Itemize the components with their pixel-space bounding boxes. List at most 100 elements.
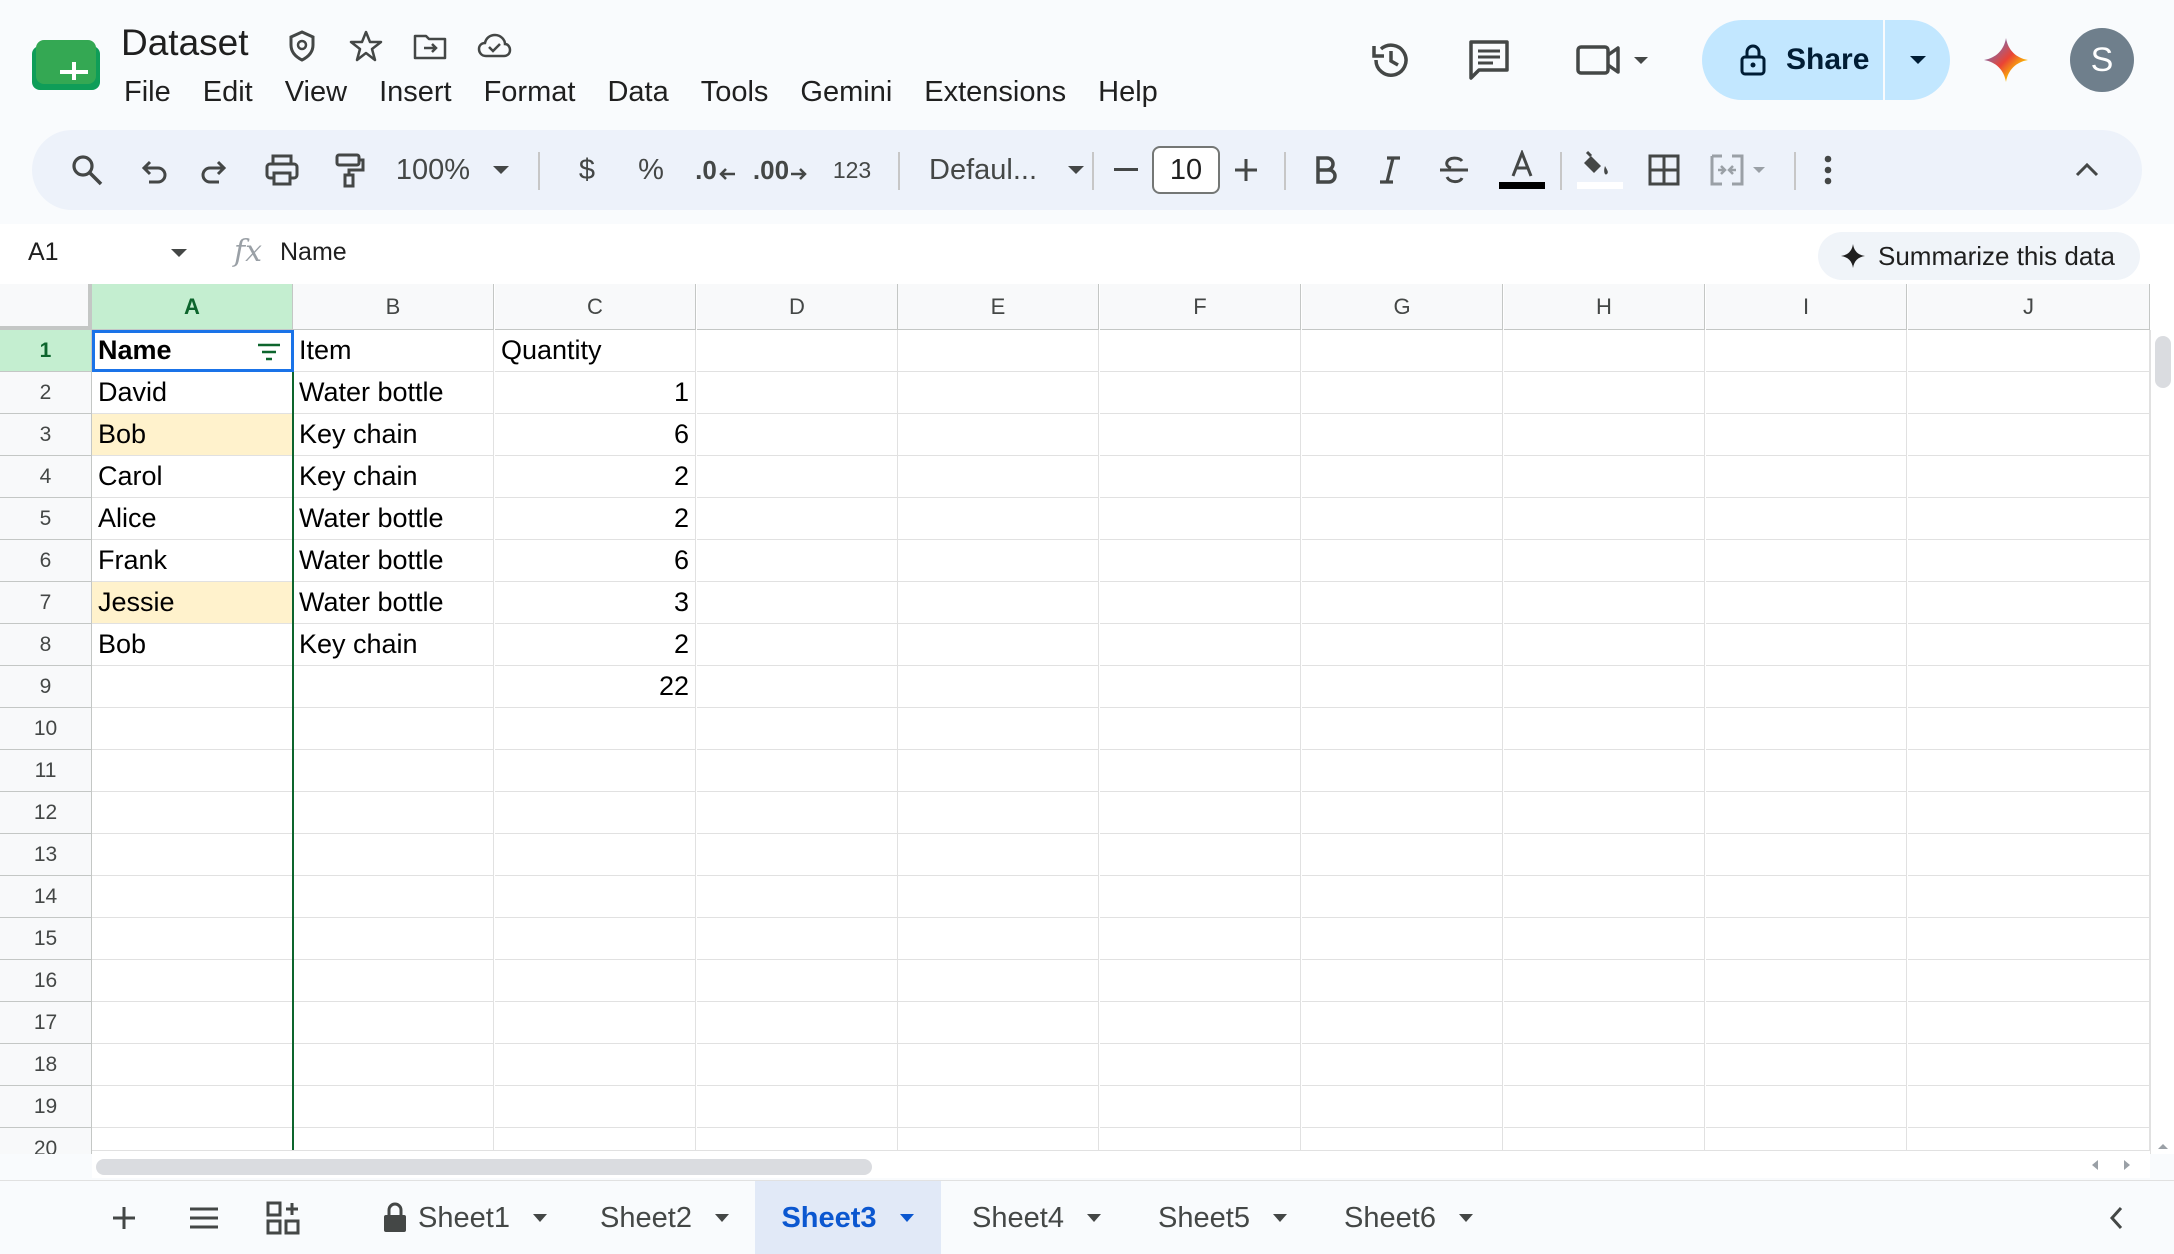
collapse-menus-button[interactable]: [2062, 130, 2112, 210]
cell-f9[interactable]: [1100, 666, 1301, 708]
row-header-15[interactable]: 15: [0, 918, 92, 960]
cell-i13[interactable]: [1706, 834, 1907, 876]
row-header-2[interactable]: 2: [0, 372, 92, 414]
move-to-folder-icon[interactable]: [412, 28, 448, 64]
security-shield-icon[interactable]: [284, 28, 320, 64]
horizontal-scroll-thumb[interactable]: [96, 1159, 872, 1175]
cell-g15[interactable]: [1302, 918, 1503, 960]
summarize-data-button[interactable]: Summarize this data: [1818, 232, 2140, 280]
menu-gemini[interactable]: Gemini: [784, 70, 908, 114]
meet-video-icon[interactable]: [1574, 36, 1656, 84]
cell-b16[interactable]: [293, 960, 494, 1002]
undo-button[interactable]: [128, 130, 178, 210]
more-options-button[interactable]: [1808, 130, 1848, 210]
cell-g13[interactable]: [1302, 834, 1503, 876]
select-all-corner[interactable]: [0, 284, 92, 330]
cell-h7[interactable]: [1504, 582, 1705, 624]
cell-d4[interactable]: [697, 456, 898, 498]
cell-i6[interactable]: [1706, 540, 1907, 582]
column-header-h[interactable]: H: [1504, 284, 1705, 330]
cell-a8[interactable]: Bob: [92, 624, 293, 666]
cell-e14[interactable]: [898, 876, 1099, 918]
cell-h17[interactable]: [1504, 1002, 1705, 1044]
cell-d7[interactable]: [697, 582, 898, 624]
version-history-icon[interactable]: [1366, 36, 1414, 84]
column-header-f[interactable]: F: [1100, 284, 1301, 330]
row-header-1[interactable]: 1: [0, 330, 92, 372]
cell-h6[interactable]: [1504, 540, 1705, 582]
cell-i3[interactable]: [1706, 414, 1907, 456]
cell-e11[interactable]: [898, 750, 1099, 792]
column-header-g[interactable]: G: [1302, 284, 1503, 330]
cell-j16[interactable]: [1908, 960, 2150, 1002]
menu-help[interactable]: Help: [1082, 70, 1174, 114]
cell-e16[interactable]: [898, 960, 1099, 1002]
row-header-4[interactable]: 4: [0, 456, 92, 498]
sheet-tab-sheet4[interactable]: Sheet4: [952, 1181, 1122, 1254]
cell-d10[interactable]: [697, 708, 898, 750]
cell-j13[interactable]: [1908, 834, 2150, 876]
cell-h8[interactable]: [1504, 624, 1705, 666]
cell-c18[interactable]: [495, 1044, 696, 1086]
redo-button[interactable]: [190, 130, 240, 210]
cell-j4[interactable]: [1908, 456, 2150, 498]
cell-j12[interactable]: [1908, 792, 2150, 834]
cell-b19[interactable]: [293, 1086, 494, 1128]
cell-i12[interactable]: [1706, 792, 1907, 834]
cell-c17[interactable]: [495, 1002, 696, 1044]
row-header-7[interactable]: 7: [0, 582, 92, 624]
borders-button[interactable]: [1636, 130, 1692, 210]
cell-c1[interactable]: Quantity: [495, 330, 696, 372]
cell-a11[interactable]: [92, 750, 293, 792]
cell-f5[interactable]: [1100, 498, 1301, 540]
menu-tools[interactable]: Tools: [685, 70, 785, 114]
chevron-down-icon[interactable]: [899, 1213, 915, 1223]
cell-a15[interactable]: [92, 918, 293, 960]
cell-g9[interactable]: [1302, 666, 1503, 708]
cell-h18[interactable]: [1504, 1044, 1705, 1086]
cell-a3[interactable]: Bob: [92, 414, 293, 456]
cell-b7[interactable]: Water bottle: [293, 582, 494, 624]
cell-b13[interactable]: [293, 834, 494, 876]
cell-e4[interactable]: [898, 456, 1099, 498]
gemini-sparkle-icon[interactable]: [1982, 36, 2030, 84]
chevron-down-icon[interactable]: [532, 1213, 548, 1223]
cell-c9[interactable]: 22: [495, 666, 696, 708]
bold-button[interactable]: [1298, 130, 1354, 210]
cell-g6[interactable]: [1302, 540, 1503, 582]
cell-i1[interactable]: [1706, 330, 1907, 372]
column-header-a[interactable]: A: [92, 284, 293, 330]
chevron-down-icon[interactable]: [714, 1213, 730, 1223]
cell-g12[interactable]: [1302, 792, 1503, 834]
paint-format-button[interactable]: [322, 130, 378, 210]
cell-h1[interactable]: [1504, 330, 1705, 372]
cell-b9[interactable]: [293, 666, 494, 708]
cell-g5[interactable]: [1302, 498, 1503, 540]
cell-d18[interactable]: [697, 1044, 898, 1086]
cell-f4[interactable]: [1100, 456, 1301, 498]
cell-i8[interactable]: [1706, 624, 1907, 666]
cell-b18[interactable]: [293, 1044, 494, 1086]
cell-a14[interactable]: [92, 876, 293, 918]
menu-edit[interactable]: Edit: [187, 70, 269, 114]
cell-a4[interactable]: Carol: [92, 456, 293, 498]
cell-b14[interactable]: [293, 876, 494, 918]
menu-data[interactable]: Data: [591, 70, 684, 114]
cell-b12[interactable]: [293, 792, 494, 834]
share-options-dropdown[interactable]: [1885, 20, 1950, 100]
cell-g14[interactable]: [1302, 876, 1503, 918]
cell-g8[interactable]: [1302, 624, 1503, 666]
row-header-18[interactable]: 18: [0, 1044, 92, 1086]
cell-b10[interactable]: [293, 708, 494, 750]
cell-b15[interactable]: [293, 918, 494, 960]
zoom-select[interactable]: 100%: [388, 130, 518, 210]
cell-j14[interactable]: [1908, 876, 2150, 918]
cell-e13[interactable]: [898, 834, 1099, 876]
cell-a2[interactable]: David: [92, 372, 293, 414]
cell-b8[interactable]: Key chain: [293, 624, 494, 666]
cell-j5[interactable]: [1908, 498, 2150, 540]
cell-e15[interactable]: [898, 918, 1099, 960]
cell-c7[interactable]: 3: [495, 582, 696, 624]
cell-b3[interactable]: Key chain: [293, 414, 494, 456]
cell-c8[interactable]: 2: [495, 624, 696, 666]
